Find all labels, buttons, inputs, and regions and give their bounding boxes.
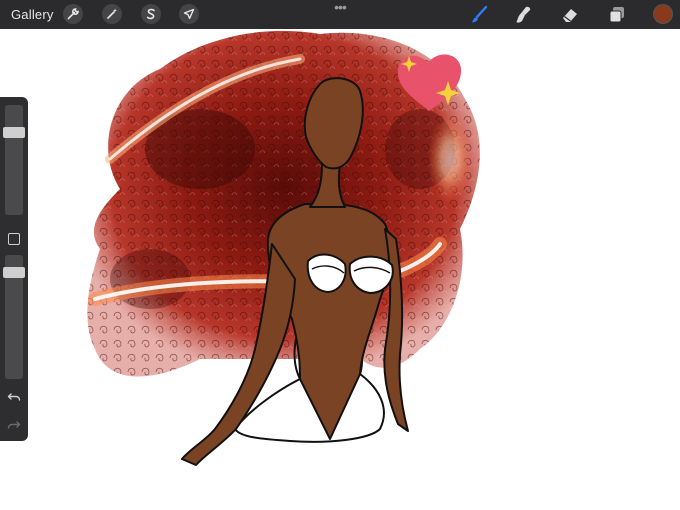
actions-button[interactable] [63,4,83,24]
transform-button[interactable] [179,4,199,24]
selection-s-icon [146,8,155,20]
opacity-thumb[interactable] [3,267,25,278]
redo-icon[interactable] [7,417,21,431]
adjustments-button[interactable] [102,4,122,24]
brush-size-thumb[interactable] [3,127,25,138]
eraser-icon[interactable] [559,4,581,26]
left-sidebar [0,97,28,441]
wrench-icon [67,8,79,20]
layers-icon[interactable] [606,4,628,26]
undo-icon[interactable] [7,389,21,403]
more-options-icon[interactable]: ••• [330,0,350,14]
top-toolbar: Gallery ••• [0,0,680,29]
brush-icon[interactable] [468,4,490,26]
gallery-button[interactable]: Gallery [11,7,54,22]
color-picker-swatch[interactable] [654,5,672,23]
drawing-canvas[interactable] [0,29,680,510]
arrow-cursor-icon [183,8,195,20]
selection-button[interactable] [141,4,161,24]
artwork [87,30,480,466]
magic-wand-icon [107,8,117,19]
brush-size-slider[interactable] [3,105,25,215]
smudge-icon[interactable] [513,4,535,26]
modify-button[interactable] [8,233,20,245]
opacity-slider[interactable] [3,255,25,379]
